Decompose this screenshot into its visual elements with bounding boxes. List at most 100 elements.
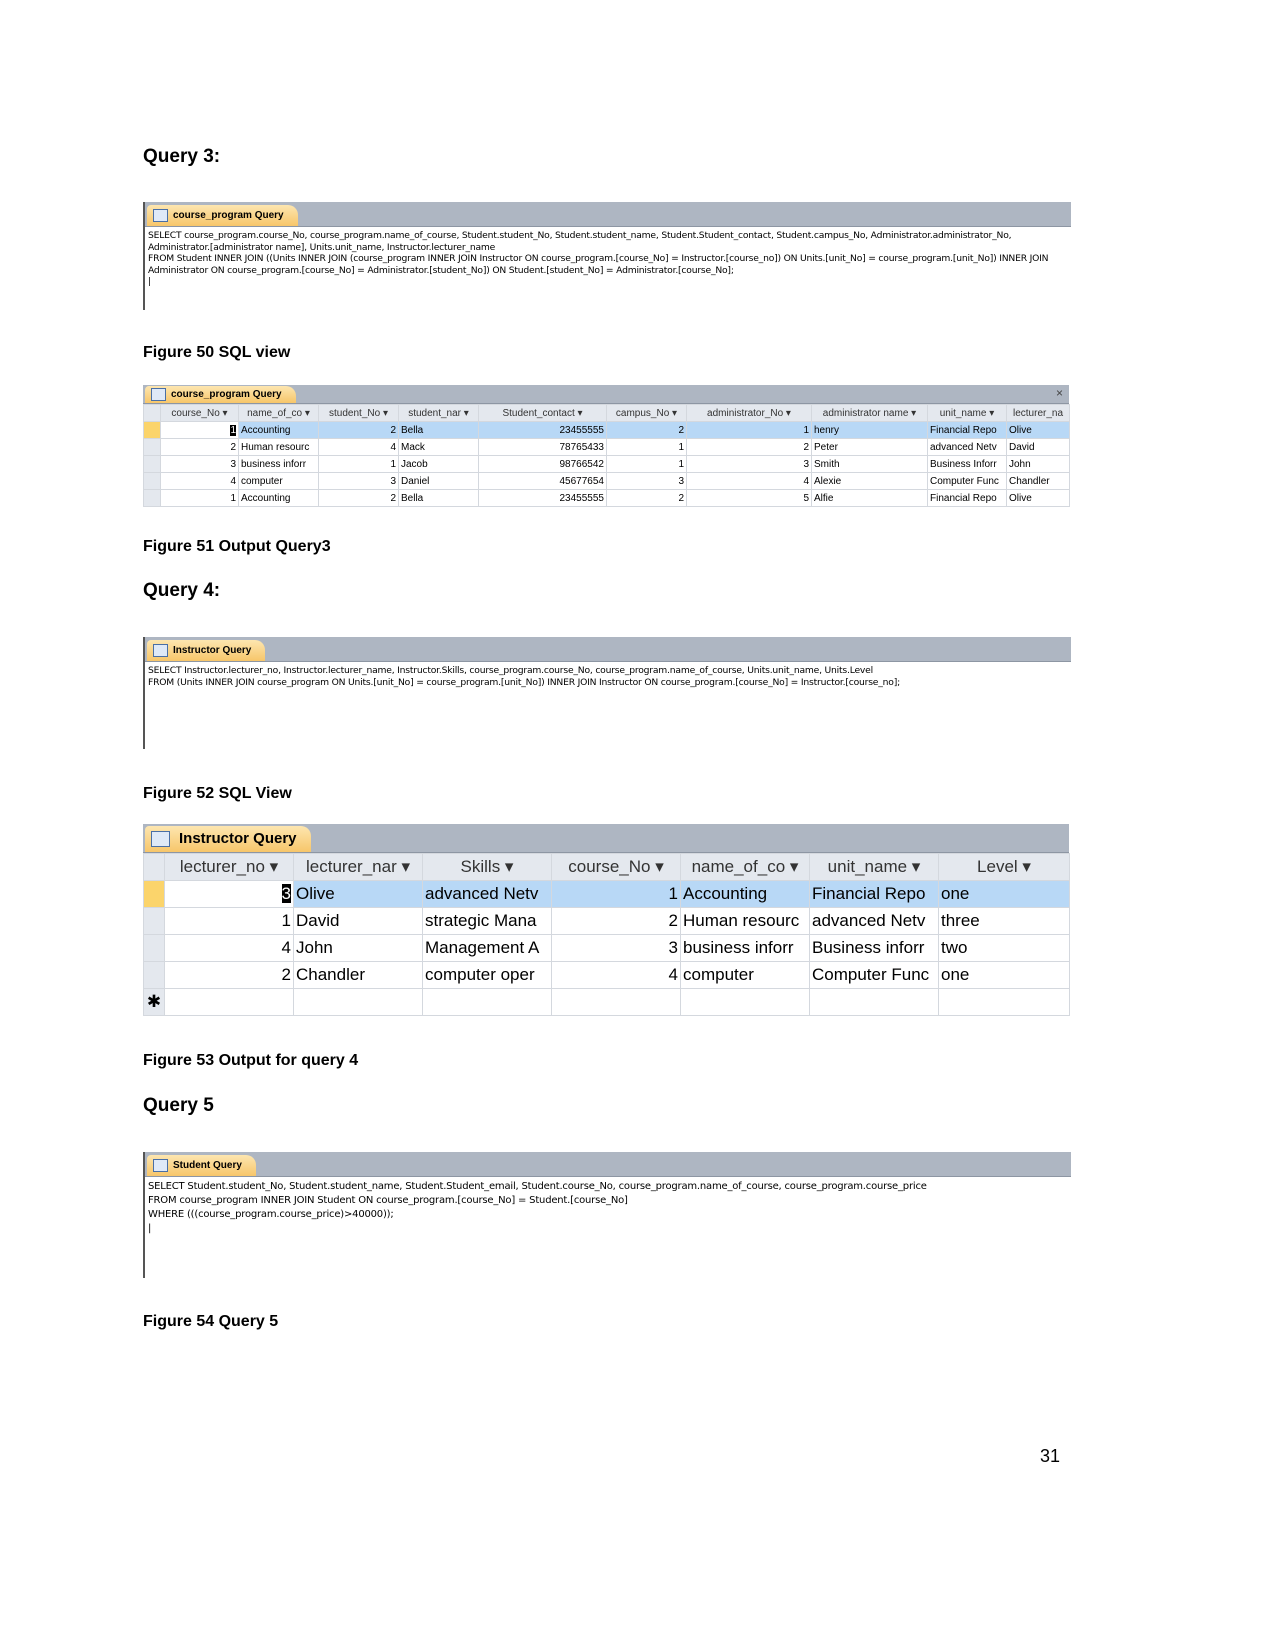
table-cell[interactable]: 5 (686, 489, 812, 507)
table-cell[interactable] (938, 988, 1070, 1016)
table-cell[interactable]: Olive (1006, 489, 1070, 507)
table-cell[interactable]: 98766542 (478, 455, 607, 473)
table-cell[interactable]: Accounting (680, 880, 810, 908)
table-cell[interactable]: Financial Repo (927, 421, 1007, 439)
column-header[interactable]: name_of_co ▾ (680, 853, 810, 881)
table-cell[interactable]: three (938, 907, 1070, 935)
table-row[interactable]: 1 David strategic Mana 2 Human resourc advanc… (143, 907, 1070, 935)
table-cell[interactable]: Daniel (398, 472, 479, 490)
table-cell[interactable] (551, 988, 681, 1016)
table-cell[interactable]: Peter (811, 438, 928, 456)
table-cell[interactable]: computer oper (422, 961, 552, 989)
table-cell[interactable]: advanced Netv (927, 438, 1007, 456)
table-cell[interactable]: Alfie (811, 489, 928, 507)
table-cell[interactable]: Financial Repo (809, 880, 939, 908)
table-cell[interactable]: David (293, 907, 423, 935)
column-header[interactable]: administrator_No ▾ (686, 404, 812, 422)
new-record-row[interactable]: ✱ (143, 988, 1070, 1016)
column-header[interactable]: lecturer_no ▾ (164, 853, 294, 881)
table-cell[interactable]: 23455555 (478, 421, 607, 439)
close-icon[interactable]: × (1056, 386, 1063, 400)
sql-text[interactable]: SELECT Instructor.lecturer_no, Instructo… (145, 662, 1071, 691)
table-cell[interactable]: Olive (293, 880, 423, 908)
table-cell[interactable]: 23455555 (478, 489, 607, 507)
table-cell[interactable] (293, 988, 423, 1016)
table-cell[interactable]: one (938, 880, 1070, 908)
table-cell[interactable]: Management A (422, 934, 552, 962)
cell-cursor[interactable]: 1 (230, 424, 236, 436)
query-tab[interactable]: course_program Query (145, 386, 296, 403)
table-cell[interactable]: Bella (398, 421, 479, 439)
table-cell[interactable]: 2 (606, 421, 687, 439)
table-row[interactable]: 3 business inforr 1 Jacob 98766542 1 3 Smith Bus… (143, 455, 1070, 473)
column-header[interactable]: Skills ▾ (422, 853, 552, 881)
query-tab[interactable]: Instructor Query (145, 826, 311, 852)
table-cell[interactable]: David (1006, 438, 1070, 456)
table-cell[interactable]: 4 (164, 934, 294, 962)
table-cell[interactable]: 1 (551, 880, 681, 908)
table-cell[interactable]: 4 (160, 472, 239, 490)
table-cell[interactable]: advanced Netv (809, 907, 939, 935)
row-selector[interactable] (143, 880, 165, 908)
table-cell[interactable]: computer (680, 961, 810, 989)
table-cell[interactable]: 1 (318, 455, 399, 473)
table-cell[interactable]: 45677654 (478, 472, 607, 490)
table-cell[interactable]: 1 (686, 421, 812, 439)
table-cell[interactable]: 3 (160, 455, 239, 473)
row-selector[interactable] (143, 961, 165, 989)
table-cell[interactable]: 3 (551, 934, 681, 962)
row-selector[interactable] (143, 455, 161, 473)
table-cell[interactable] (809, 988, 939, 1016)
table-cell[interactable]: Mack (398, 438, 479, 456)
table-cell[interactable]: Business Inforr (927, 455, 1007, 473)
table-cell[interactable]: Business inforr (809, 934, 939, 962)
table-cell[interactable]: Olive (1006, 421, 1070, 439)
table-cell[interactable]: two (938, 934, 1070, 962)
column-header[interactable]: Level ▾ (938, 853, 1070, 881)
table-row[interactable]: 3 Olive advanced Netv 1 Accounting Financial … (143, 880, 1070, 908)
table-cell[interactable]: John (1006, 455, 1070, 473)
column-header[interactable]: campus_No ▾ (606, 404, 687, 422)
table-row[interactable]: 4 John Management A 3 business inforr Busines… (143, 934, 1070, 962)
table-cell[interactable]: 2 (606, 489, 687, 507)
table-cell[interactable]: 2 (164, 961, 294, 989)
cell-cursor[interactable]: 3 (281, 884, 291, 903)
table-cell[interactable] (422, 988, 552, 1016)
table-row[interactable]: 1 Accounting 2 Bella 23455555 2 5 Alfie Financia… (143, 489, 1070, 507)
column-header[interactable]: student_nar ▾ (398, 404, 479, 422)
table-cell[interactable]: Human resourc (238, 438, 319, 456)
row-selector[interactable] (143, 438, 161, 456)
row-selector[interactable] (143, 934, 165, 962)
table-row[interactable]: 2 Human resourc 4 Mack 78765433 1 2 Peter advanc… (143, 438, 1070, 456)
column-header[interactable]: course_No ▾ (551, 853, 681, 881)
column-header[interactable]: lecturer_nar ▾ (293, 853, 423, 881)
table-cell[interactable]: one (938, 961, 1070, 989)
query-tab[interactable]: Student Query (147, 1155, 256, 1176)
table-cell[interactable]: 1 (160, 489, 239, 507)
table-cell[interactable]: Chandler (1006, 472, 1070, 490)
column-header[interactable]: unit_name ▾ (809, 853, 939, 881)
sql-text[interactable]: SELECT course_program.course_No, course_… (145, 227, 1071, 291)
table-cell[interactable]: business inforr (680, 934, 810, 962)
table-cell[interactable]: 3 (318, 472, 399, 490)
table-cell[interactable]: Alexie (811, 472, 928, 490)
table-cell[interactable]: business inforr (238, 455, 319, 473)
table-row[interactable]: 2 Chandler computer oper 4 computer Computer … (143, 961, 1070, 989)
row-selector[interactable] (143, 907, 165, 935)
table-cell[interactable]: Accounting (238, 489, 319, 507)
table-cell[interactable]: 3 (164, 880, 294, 908)
select-all-corner[interactable] (143, 404, 161, 422)
row-selector[interactable] (143, 421, 161, 439)
column-header[interactable]: Student_contact ▾ (478, 404, 607, 422)
column-header[interactable]: unit_name ▾ (927, 404, 1007, 422)
table-cell[interactable]: advanced Netv (422, 880, 552, 908)
table-row[interactable]: 4 computer 3 Daniel 45677654 3 4 Alexie Computer… (143, 472, 1070, 490)
table-cell[interactable]: Smith (811, 455, 928, 473)
table-cell[interactable]: computer (238, 472, 319, 490)
query-tab[interactable]: Instructor Query (147, 640, 266, 661)
table-cell[interactable]: 4 (318, 438, 399, 456)
table-cell[interactable]: strategic Mana (422, 907, 552, 935)
table-cell[interactable]: 1 (606, 455, 687, 473)
table-cell[interactable]: 1 (606, 438, 687, 456)
table-cell[interactable]: Accounting (238, 421, 319, 439)
